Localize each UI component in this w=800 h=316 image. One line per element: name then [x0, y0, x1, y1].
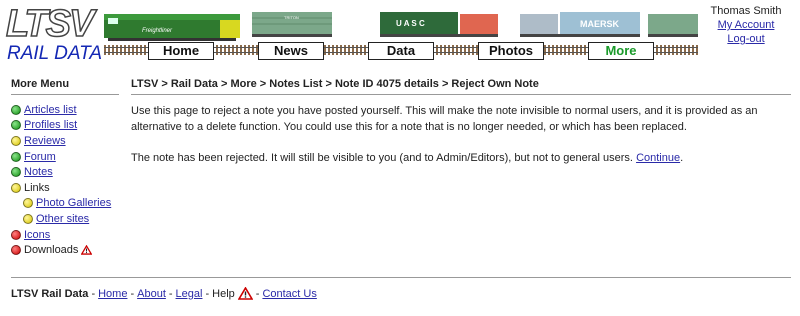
logo-subtitle: RAIL DATA	[7, 43, 103, 64]
nav-photos-button[interactable]: Photos	[478, 42, 544, 60]
sidebar-item-photo-galleries[interactable]: Photo Galleries	[11, 196, 111, 212]
user-name: Thomas Smith	[710, 5, 782, 17]
my-account-link[interactable]: My Account	[718, 19, 775, 31]
footer-legal-link[interactable]: Legal	[176, 288, 203, 300]
red-status-dot-icon	[11, 229, 21, 240]
status-paragraph: The note has been rejected. It will stil…	[131, 152, 684, 164]
sidebar-title: More Menu	[11, 78, 70, 90]
sidebar-item-reviews[interactable]: Reviews	[11, 133, 111, 149]
sidebar-item-downloads: Downloads	[11, 242, 111, 258]
sidebar-item-articles-list[interactable]: Articles list	[11, 102, 111, 118]
sidebar-item-label[interactable]: Notes	[24, 166, 53, 178]
breadcrumb-divider	[131, 94, 791, 95]
sidebar-item-label[interactable]: Other sites	[36, 213, 89, 225]
user-panel: Thomas Smith My Account Log-out	[701, 4, 791, 46]
sidebar-item-links: Links	[11, 180, 111, 196]
sidebar-item-label[interactable]: Profiles list	[24, 119, 77, 131]
logo-text: LTSV	[5, 3, 95, 45]
sidebar-item-label: Links	[24, 181, 50, 194]
site-logo[interactable]: LTSV RAIL DATA	[5, 3, 103, 64]
footer-contact-link[interactable]: Contact Us	[262, 288, 316, 300]
green-status-dot-icon	[11, 151, 21, 162]
logout-link[interactable]: Log-out	[727, 33, 764, 45]
nav-more-button[interactable]: More	[588, 42, 654, 60]
sidebar-item-profiles-list[interactable]: Profiles list	[11, 118, 111, 134]
sidebar-item-label[interactable]: Reviews	[24, 135, 66, 147]
sidebar-item-label[interactable]: Icons	[24, 229, 50, 241]
sidebar-divider	[11, 94, 119, 95]
footer: LTSV Rail Data - Home - About - Legal - …	[11, 287, 317, 300]
yellow-status-dot-icon	[23, 198, 33, 209]
yellow-status-dot-icon	[11, 182, 21, 193]
warning-triangle-icon	[81, 245, 93, 255]
footer-divider	[11, 277, 791, 278]
nav-news-button[interactable]: News	[258, 42, 324, 60]
footer-about-link[interactable]: About	[137, 288, 166, 300]
footer-home-link[interactable]: Home	[98, 288, 127, 300]
loco-marking: Freightliner	[142, 28, 173, 34]
sidebar-item-label[interactable]: Articles list	[24, 104, 77, 116]
nav-data-button[interactable]: Data	[368, 42, 434, 60]
footer-help-label: Help	[212, 287, 235, 300]
sidebar-item-other-sites[interactable]: Other sites	[11, 211, 111, 227]
sidebar-menu: Articles list Profiles list Reviews Forum No…	[11, 102, 111, 258]
breadcrumb: LTSV > Rail Data > More > Notes List > N…	[131, 78, 539, 90]
yellow-status-dot-icon	[23, 213, 33, 224]
help-warning-icon[interactable]	[237, 287, 253, 300]
red-status-dot-icon	[11, 245, 21, 256]
sidebar-item-label[interactable]: Forum	[24, 151, 56, 163]
svg-text:U A S C: U A S C	[396, 19, 425, 28]
green-status-dot-icon	[11, 120, 21, 131]
footer-brand: LTSV Rail Data	[11, 287, 89, 300]
sidebar-item-label[interactable]: Photo Galleries	[36, 197, 111, 209]
sidebar-item-icons[interactable]: Icons	[11, 227, 111, 243]
green-status-dot-icon	[11, 104, 21, 115]
intro-paragraph: Use this page to reject a note you have …	[131, 105, 758, 133]
continue-link[interactable]: Continue	[636, 152, 680, 164]
sidebar-item-label: Downloads	[24, 244, 79, 257]
svg-text:MAERSK: MAERSK	[580, 19, 620, 29]
nav-home-button[interactable]: Home	[148, 42, 214, 60]
status-text: The note has been rejected. It will stil…	[131, 152, 633, 164]
green-status-dot-icon	[11, 167, 21, 178]
sidebar-item-forum[interactable]: Forum	[11, 149, 111, 165]
svg-text:TRITON: TRITON	[284, 15, 299, 20]
yellow-status-dot-icon	[11, 135, 21, 146]
sidebar-item-notes[interactable]: Notes	[11, 164, 111, 180]
